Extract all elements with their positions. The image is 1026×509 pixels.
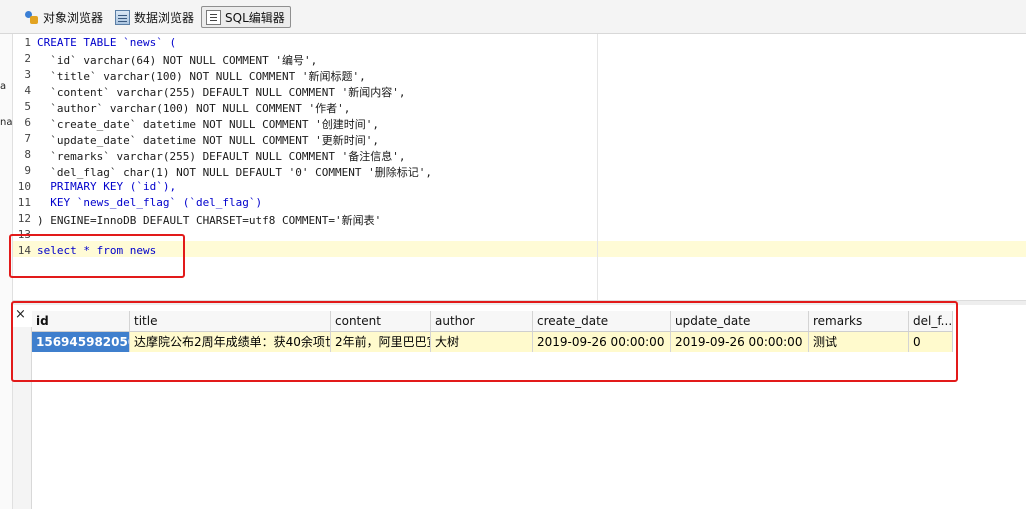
code-line: `del_flag` char(1) NOT NULL DEFAULT '0' … bbox=[37, 166, 432, 179]
left-pane-text: a bbox=[0, 81, 7, 92]
code-line: `title` varchar(100) NOT NULL COMMENT '新… bbox=[37, 70, 366, 83]
code-line: KEY `news_del_flag` (`del_flag`) bbox=[37, 196, 263, 209]
line-number: 5 bbox=[24, 100, 31, 113]
line-number: 11 bbox=[17, 196, 31, 209]
tab-data-browser[interactable]: 数据浏览器 bbox=[111, 6, 198, 28]
code-line: PRIMARY KEY (`id`), bbox=[37, 180, 177, 193]
line-number: 6 bbox=[24, 116, 31, 129]
code-line: `content` varchar(255) DEFAULT NULL COMM… bbox=[37, 86, 406, 99]
tab-sql-editor-label: SQL编辑器 bbox=[225, 10, 285, 25]
line-number: 9 bbox=[24, 164, 31, 177]
code-line: `create_date` datetime NOT NULL COMMENT … bbox=[37, 118, 380, 131]
line-number: 10 bbox=[17, 180, 31, 193]
code-line: `author` varchar(100) NOT NULL COMMENT '… bbox=[37, 102, 351, 115]
left-pane-text: na bbox=[0, 117, 13, 128]
line-number: 12 bbox=[17, 212, 31, 225]
code-line: `remarks` varchar(255) DEFAULT NULL COMM… bbox=[37, 150, 406, 163]
code-line: ) ENGINE=InnoDB DEFAULT CHARSET=utf8 COM… bbox=[37, 214, 382, 227]
results-highlight-box bbox=[11, 301, 958, 382]
toolbar-tabs: 对象浏览器 数据浏览器 SQL编辑器 bbox=[0, 0, 1026, 34]
tab-sql-editor[interactable]: SQL编辑器 bbox=[201, 6, 291, 28]
tab-object-browser[interactable]: 对象浏览器 bbox=[20, 6, 107, 28]
code-line: `update_date` datetime NOT NULL COMMENT … bbox=[37, 134, 380, 147]
line-number: 3 bbox=[24, 68, 31, 81]
code-line: `id` varchar(64) NOT NULL COMMENT '编号', bbox=[37, 54, 318, 67]
line-number: 4 bbox=[24, 84, 31, 97]
line-number: 8 bbox=[24, 148, 31, 161]
tab-object-browser-label: 对象浏览器 bbox=[43, 10, 104, 25]
editor-margin-line bbox=[597, 34, 598, 300]
sql-editor-icon bbox=[206, 9, 221, 25]
code-line: CREATE TABLE `news` ( bbox=[37, 36, 177, 49]
data-browser-icon bbox=[115, 9, 130, 25]
tab-data-browser-label: 数据浏览器 bbox=[134, 10, 195, 25]
object-browser-icon bbox=[24, 10, 39, 25]
line-number: 7 bbox=[24, 132, 31, 145]
line-number: 1 bbox=[24, 36, 31, 49]
line-number: 2 bbox=[24, 52, 31, 65]
query-highlight-box bbox=[9, 234, 185, 278]
